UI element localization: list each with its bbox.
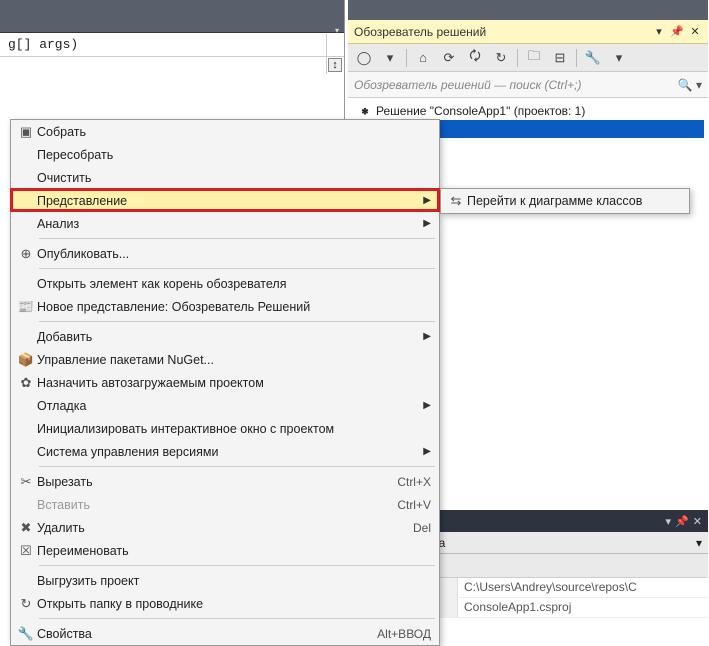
context-item[interactable]: Добавить ▶ (11, 325, 439, 348)
menu-icon: 🔧 (15, 626, 37, 642)
shortcut: Del (413, 521, 431, 535)
context-item[interactable]: ▣Собрать (11, 120, 439, 143)
context-item[interactable]: Анализ ▶ (11, 212, 439, 235)
context-item-label: Удалить (37, 521, 413, 535)
solution-root-label: Решение "ConsoleApp1" (проектов: 1) (376, 104, 585, 118)
context-item-label: Анализ (37, 217, 415, 231)
shortcut: Alt+ВВОД (377, 627, 431, 641)
show-all-icon[interactable]: 🗀 (524, 48, 544, 68)
context-item-label: Добавить (37, 330, 415, 344)
code-line[interactable]: g[] args) (0, 33, 344, 57)
context-item-label: Очистить (37, 171, 431, 185)
close-icon[interactable]: ✕ (693, 515, 702, 528)
context-item[interactable]: Открыть элемент как корень обозревателя (11, 272, 439, 295)
menu-icon: ↻ (15, 596, 37, 612)
dropdown-icon[interactable]: ▾ (696, 536, 702, 550)
menu-icon: 📰 (15, 299, 37, 315)
context-item-label: Опубликовать... (37, 247, 431, 261)
context-item-label: Отладка (37, 399, 415, 413)
expand-icon[interactable]: ⟳ (439, 48, 459, 68)
context-item[interactable]: ВставитьCtrl+V (11, 493, 439, 516)
menu-icon: ✂ (15, 474, 37, 490)
editor-top-bar: ▾ (0, 0, 344, 33)
solution-explorer-header: Обозреватель решений ▾ 📌 ✕ (348, 20, 708, 44)
menu-icon: ✖ (15, 520, 37, 536)
wrench-icon[interactable]: 🔧 (583, 48, 603, 68)
more-icon[interactable]: ▾ (609, 48, 629, 68)
collapse-handle-icon[interactable]: ↕ (328, 58, 342, 72)
back-icon[interactable]: ◯ (354, 48, 374, 68)
submenu-item-label: Перейти к диаграмме классов (467, 194, 681, 208)
solution-icon: 🞹 (358, 103, 372, 120)
pin-icon[interactable]: 📌 (670, 25, 684, 39)
property-val: ConsoleApp1.csproj (458, 598, 708, 618)
context-item[interactable]: ✂ВырезатьCtrl+X (11, 470, 439, 493)
submenu-arrow-icon: ▶ (423, 446, 431, 457)
search-icon[interactable]: 🔍 ▾ (678, 78, 702, 92)
search-placeholder: Обозреватель решений — поиск (Ctrl+;) (354, 78, 581, 92)
context-item[interactable]: ⊕Опубликовать... (11, 242, 439, 265)
pin-icon[interactable]: 📌 (675, 515, 689, 528)
solution-explorer-title: Обозреватель решений (354, 25, 652, 39)
context-item-label: Выгрузить проект (37, 574, 431, 588)
refresh-icon[interactable]: ↻ (491, 48, 511, 68)
context-item-label: Собрать (37, 125, 431, 139)
context-item[interactable]: Выгрузить проект (11, 569, 439, 592)
context-item[interactable]: Отладка ▶ (11, 394, 439, 417)
class-diagram-icon: ⇆ (445, 193, 467, 209)
context-item[interactable]: Пересобрать (11, 143, 439, 166)
solution-explorer-toolbar: ◯ ▾ ⌂ ⟳ 🗘 ↻ 🗀 ⊟ 🔧 ▾ (348, 44, 708, 72)
submenu-arrow-icon: ▶ (423, 331, 431, 342)
context-item[interactable]: ↻Открыть папку в проводнике (11, 592, 439, 615)
menu-icon: 📦 (15, 352, 37, 368)
submenu-item-class-diagram[interactable]: ⇆ Перейти к диаграмме классов (441, 189, 689, 213)
context-item[interactable]: 📰Новое представление: Обозреватель Решен… (11, 295, 439, 318)
fwd-icon[interactable]: ▾ (380, 48, 400, 68)
home-icon[interactable]: ⌂ (413, 48, 433, 68)
context-item[interactable]: ✿Назначить автозагружаемым проектом (11, 371, 439, 394)
shortcut: Ctrl+V (397, 498, 431, 512)
close-icon[interactable]: ✕ (688, 25, 702, 39)
panel-menu-icon[interactable]: ▾ (666, 515, 672, 528)
sync-icon[interactable]: 🗘 (465, 48, 485, 68)
menu-icon: ▣ (15, 124, 37, 140)
context-item[interactable]: Инициализировать интерактивное окно с пр… (11, 417, 439, 440)
context-item-label: Вставить (37, 498, 397, 512)
context-item-label: Открыть элемент как корень обозревателя (37, 277, 431, 291)
context-item[interactable]: Очистить (11, 166, 439, 189)
context-item[interactable]: Система управления версиями ▶ (11, 440, 439, 463)
context-item-label: Система управления версиями (37, 445, 415, 459)
menu-icon: ⊕ (15, 246, 37, 262)
context-item-label: Вырезать (37, 475, 397, 489)
panel-menu-icon[interactable]: ▾ (652, 25, 666, 39)
context-item-label: Управление пакетами NuGet... (37, 353, 431, 367)
context-item-label: Назначить автозагружаемым проектом (37, 376, 431, 390)
highlight-box (10, 188, 440, 212)
collapse-all-icon[interactable]: ⊟ (550, 48, 570, 68)
context-item-label: Новое представление: Обозреватель Решени… (37, 300, 431, 314)
context-item-label: Свойства (37, 627, 377, 641)
context-item-label: Пересобрать (37, 148, 431, 162)
shortcut: Ctrl+X (397, 475, 431, 489)
solution-search-input[interactable]: Обозреватель решений — поиск (Ctrl+;) 🔍 … (348, 72, 708, 98)
context-item[interactable]: ✖УдалитьDel (11, 516, 439, 539)
submenu-arrow-icon: ▶ (423, 400, 431, 411)
context-item-label: Инициализировать интерактивное окно с пр… (37, 422, 431, 436)
context-item[interactable]: 📦Управление пакетами NuGet... (11, 348, 439, 371)
solution-root[interactable]: 🞹 Решение "ConsoleApp1" (проектов: 1) (352, 102, 704, 120)
property-val: C:\Users\Andrey\source\repos\C (458, 578, 708, 598)
context-item[interactable]: 🔧СвойстваAlt+ВВОД (11, 622, 439, 645)
submenu-arrow-icon: ▶ (423, 218, 431, 229)
menu-icon: ☒ (15, 543, 37, 559)
context-item-label: Открыть папку в проводнике (37, 597, 431, 611)
menu-icon: ✿ (15, 375, 37, 391)
context-item[interactable]: ☒Переименовать (11, 539, 439, 562)
context-item-label: Переименовать (37, 544, 431, 558)
top-dark-bar (348, 0, 708, 20)
view-submenu[interactable]: ⇆ Перейти к диаграмме классов (440, 188, 690, 214)
